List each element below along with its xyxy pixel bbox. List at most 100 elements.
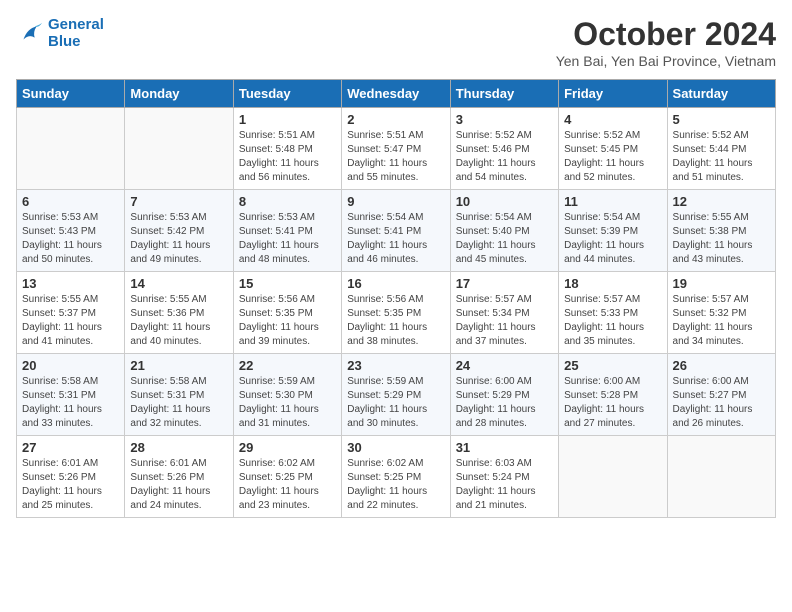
day-number: 3	[456, 112, 553, 127]
day-header-sunday: Sunday	[17, 80, 125, 108]
calendar-cell: 22 Sunrise: 5:59 AMSunset: 5:30 PMDayligh…	[233, 354, 341, 436]
calendar-week-5: 27 Sunrise: 6:01 AMSunset: 5:26 PMDayligh…	[17, 436, 776, 518]
day-number: 11	[564, 194, 661, 209]
day-info: Sunrise: 5:52 AMSunset: 5:45 PMDaylight:…	[564, 129, 661, 185]
day-number: 29	[239, 440, 336, 455]
day-number: 31	[456, 440, 553, 455]
calendar-header-row: SundayMondayTuesdayWednesdayThursdayFrid…	[17, 80, 776, 108]
day-number: 15	[239, 276, 336, 291]
day-info: Sunrise: 5:51 AMSunset: 5:47 PMDaylight:…	[347, 129, 444, 185]
calendar-cell: 2 Sunrise: 5:51 AMSunset: 5:47 PMDaylight…	[342, 108, 450, 190]
calendar-cell	[559, 436, 667, 518]
day-info: Sunrise: 6:02 AMSunset: 5:25 PMDaylight:…	[347, 457, 444, 513]
day-info: Sunrise: 5:57 AMSunset: 5:32 PMDaylight:…	[673, 293, 770, 349]
page-header: General Blue October 2024 Yen Bai, Yen B…	[16, 16, 776, 69]
calendar-cell: 1 Sunrise: 5:51 AMSunset: 5:48 PMDaylight…	[233, 108, 341, 190]
day-number: 1	[239, 112, 336, 127]
day-header-thursday: Thursday	[450, 80, 558, 108]
calendar-cell: 18 Sunrise: 5:57 AMSunset: 5:33 PMDayligh…	[559, 272, 667, 354]
day-number: 30	[347, 440, 444, 455]
day-info: Sunrise: 6:01 AMSunset: 5:26 PMDaylight:…	[22, 457, 119, 513]
day-number: 18	[564, 276, 661, 291]
day-number: 24	[456, 358, 553, 373]
day-info: Sunrise: 5:52 AMSunset: 5:44 PMDaylight:…	[673, 129, 770, 185]
calendar-cell: 14Sunrise: 5:55 AMSunset: 5:36 PMDayligh…	[125, 272, 233, 354]
calendar-cell: 12 Sunrise: 5:55 AMSunset: 5:38 PMDayligh…	[667, 190, 775, 272]
day-number: 12	[673, 194, 770, 209]
logo-text: General Blue	[48, 16, 104, 50]
calendar-cell: 21Sunrise: 5:58 AMSunset: 5:31 PMDayligh…	[125, 354, 233, 436]
logo-icon	[16, 19, 44, 47]
day-info: Sunrise: 5:56 AMSunset: 5:35 PMDaylight:…	[347, 293, 444, 349]
calendar-cell: 15 Sunrise: 5:56 AMSunset: 5:35 PMDayligh…	[233, 272, 341, 354]
calendar-body: 1 Sunrise: 5:51 AMSunset: 5:48 PMDaylight…	[17, 108, 776, 518]
day-info: Sunrise: 6:00 AMSunset: 5:29 PMDaylight:…	[456, 375, 553, 431]
day-info: Sunrise: 5:51 AMSunset: 5:48 PMDaylight:…	[239, 129, 336, 185]
day-info: Sunrise: 5:59 AMSunset: 5:30 PMDaylight:…	[239, 375, 336, 431]
calendar-cell: 23 Sunrise: 5:59 AMSunset: 5:29 PMDayligh…	[342, 354, 450, 436]
day-number: 5	[673, 112, 770, 127]
day-info: Sunrise: 5:55 AMSunset: 5:38 PMDaylight:…	[673, 211, 770, 267]
logo: General Blue	[16, 16, 104, 50]
calendar-cell: 24 Sunrise: 6:00 AMSunset: 5:29 PMDayligh…	[450, 354, 558, 436]
day-number: 25	[564, 358, 661, 373]
day-info: Sunrise: 5:54 AMSunset: 5:41 PMDaylight:…	[347, 211, 444, 267]
day-number: 16	[347, 276, 444, 291]
day-number: 20	[22, 358, 119, 373]
calendar-cell: 30 Sunrise: 6:02 AMSunset: 5:25 PMDayligh…	[342, 436, 450, 518]
day-info: Sunrise: 5:56 AMSunset: 5:35 PMDaylight:…	[239, 293, 336, 349]
day-header-wednesday: Wednesday	[342, 80, 450, 108]
calendar-week-2: 6Sunrise: 5:53 AMSunset: 5:43 PMDaylight…	[17, 190, 776, 272]
calendar-cell: 3Sunrise: 5:52 AMSunset: 5:46 PMDaylight…	[450, 108, 558, 190]
calendar-cell: 19 Sunrise: 5:57 AMSunset: 5:32 PMDayligh…	[667, 272, 775, 354]
day-number: 10	[456, 194, 553, 209]
day-info: Sunrise: 5:53 AMSunset: 5:42 PMDaylight:…	[130, 211, 227, 267]
day-number: 14	[130, 276, 227, 291]
calendar-week-3: 13Sunrise: 5:55 AMSunset: 5:37 PMDayligh…	[17, 272, 776, 354]
day-info: Sunrise: 5:59 AMSunset: 5:29 PMDaylight:…	[347, 375, 444, 431]
day-number: 2	[347, 112, 444, 127]
day-info: Sunrise: 5:54 AMSunset: 5:40 PMDaylight:…	[456, 211, 553, 267]
day-number: 23	[347, 358, 444, 373]
calendar-cell: 28Sunrise: 6:01 AMSunset: 5:26 PMDayligh…	[125, 436, 233, 518]
calendar-cell	[125, 108, 233, 190]
day-info: Sunrise: 6:01 AMSunset: 5:26 PMDaylight:…	[130, 457, 227, 513]
calendar-cell: 16 Sunrise: 5:56 AMSunset: 5:35 PMDayligh…	[342, 272, 450, 354]
calendar-cell: 13Sunrise: 5:55 AMSunset: 5:37 PMDayligh…	[17, 272, 125, 354]
calendar-cell: 5 Sunrise: 5:52 AMSunset: 5:44 PMDaylight…	[667, 108, 775, 190]
day-header-friday: Friday	[559, 80, 667, 108]
title-block: October 2024 Yen Bai, Yen Bai Province, …	[556, 16, 776, 69]
day-number: 7	[130, 194, 227, 209]
calendar-cell: 17Sunrise: 5:57 AMSunset: 5:34 PMDayligh…	[450, 272, 558, 354]
calendar-cell: 31Sunrise: 6:03 AMSunset: 5:24 PMDayligh…	[450, 436, 558, 518]
day-number: 9	[347, 194, 444, 209]
month-title: October 2024	[556, 16, 776, 53]
calendar-cell: 4 Sunrise: 5:52 AMSunset: 5:45 PMDaylight…	[559, 108, 667, 190]
day-number: 6	[22, 194, 119, 209]
calendar-week-4: 20 Sunrise: 5:58 AMSunset: 5:31 PMDayligh…	[17, 354, 776, 436]
day-number: 27	[22, 440, 119, 455]
day-info: Sunrise: 5:54 AMSunset: 5:39 PMDaylight:…	[564, 211, 661, 267]
location-subtitle: Yen Bai, Yen Bai Province, Vietnam	[556, 53, 776, 69]
day-number: 8	[239, 194, 336, 209]
day-header-tuesday: Tuesday	[233, 80, 341, 108]
calendar-cell: 29 Sunrise: 6:02 AMSunset: 5:25 PMDayligh…	[233, 436, 341, 518]
day-info: Sunrise: 5:57 AMSunset: 5:33 PMDaylight:…	[564, 293, 661, 349]
day-info: Sunrise: 6:02 AMSunset: 5:25 PMDaylight:…	[239, 457, 336, 513]
day-info: Sunrise: 5:55 AMSunset: 5:37 PMDaylight:…	[22, 293, 119, 349]
calendar-cell: 27 Sunrise: 6:01 AMSunset: 5:26 PMDayligh…	[17, 436, 125, 518]
calendar-cell: 8Sunrise: 5:53 AMSunset: 5:41 PMDaylight…	[233, 190, 341, 272]
calendar-cell	[17, 108, 125, 190]
calendar-cell: 20 Sunrise: 5:58 AMSunset: 5:31 PMDayligh…	[17, 354, 125, 436]
day-info: Sunrise: 5:58 AMSunset: 5:31 PMDaylight:…	[130, 375, 227, 431]
calendar-cell	[667, 436, 775, 518]
day-header-saturday: Saturday	[667, 80, 775, 108]
day-number: 22	[239, 358, 336, 373]
day-info: Sunrise: 6:00 AMSunset: 5:28 PMDaylight:…	[564, 375, 661, 431]
day-info: Sunrise: 5:58 AMSunset: 5:31 PMDaylight:…	[22, 375, 119, 431]
day-number: 4	[564, 112, 661, 127]
calendar-cell: 6Sunrise: 5:53 AMSunset: 5:43 PMDaylight…	[17, 190, 125, 272]
calendar-cell: 7 Sunrise: 5:53 AMSunset: 5:42 PMDaylight…	[125, 190, 233, 272]
day-number: 17	[456, 276, 553, 291]
day-number: 19	[673, 276, 770, 291]
